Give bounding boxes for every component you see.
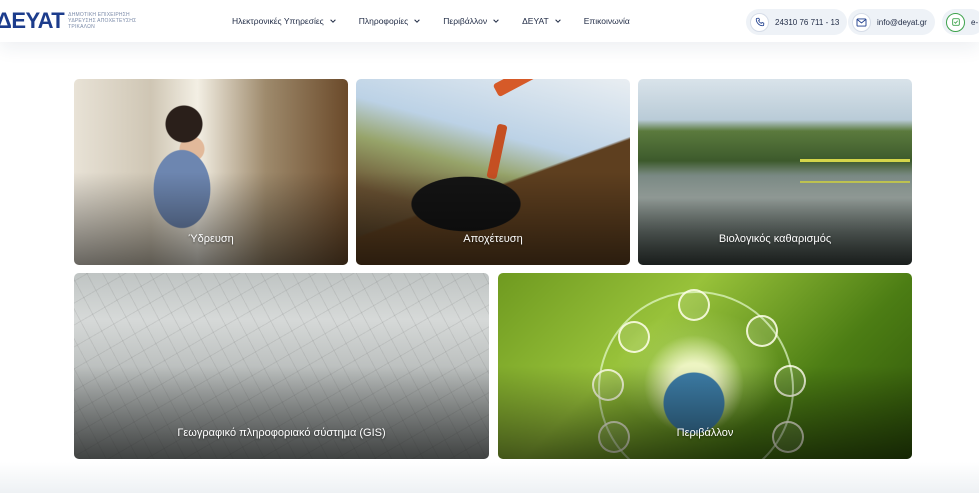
site-header: ΔΕΥΑΤ ΔΗΜΟΤΙΚΗ ΕΠΙΧΕΙΡΗΣΗ ΥΔΡΕΥΣΗΣ ΑΠΟΧΕ…: [0, 0, 979, 42]
card-biological-treatment[interactable]: Βιολογικός καθαρισμός: [638, 79, 912, 265]
nav-item-label: ΔΕΥΑΤ: [522, 16, 549, 26]
page-bottom-band: [0, 462, 979, 493]
logo-text: ΔΕΥΑΤ: [0, 8, 65, 33]
card-title: Βιολογικός καθαρισμός: [718, 233, 832, 245]
card-title: Ύδρευση: [188, 233, 234, 245]
nav-item-deyat[interactable]: ΔΕΥΑΤ: [522, 16, 562, 26]
chevron-down-icon: [414, 19, 421, 23]
card-environment[interactable]: Περιβάλλον: [498, 273, 912, 459]
factory-icon: [746, 315, 778, 347]
phone-icon: [750, 12, 769, 32]
nav-item-label: Ηλεκτρονικές Υπηρεσίες: [232, 16, 324, 26]
e-services-link[interactable]: e-: [942, 9, 979, 35]
solar-panel-icon: [678, 289, 710, 321]
email-address: info@deyat.gr: [877, 17, 927, 27]
logo[interactable]: ΔΕΥΑΤ ΔΗΜΟΤΙΚΗ ΕΠΙΧΕΙΡΗΣΗ ΥΔΡΕΥΣΗΣ ΑΠΟΧΕ…: [0, 8, 140, 34]
card-sewerage[interactable]: Αποχέτευση: [356, 79, 630, 265]
e-services-label: e-: [971, 17, 979, 27]
e-services-icon: [946, 12, 965, 32]
card-title: Γεωγραφικό πληροφοριακό σύστημα (GIS): [177, 427, 386, 439]
nav-item-label: Πληροφορίες: [358, 16, 409, 26]
logo-subtitle: ΔΗΜΟΤΙΚΗ ΕΠΙΧΕΙΡΗΣΗ ΥΔΡΕΥΣΗΣ ΑΠΟΧΕΤΕΥΣΗΣ…: [68, 12, 137, 30]
main-nav: Ηλεκτρονικές Υπηρεσίες Πληροφορίες Περιβ…: [232, 0, 630, 42]
phone-link[interactable]: 24310 76 711 - 13: [746, 9, 848, 35]
nav-item-label: Επικοινωνία: [583, 16, 630, 26]
card-title: Περιβάλλον: [676, 427, 734, 439]
chevron-down-icon: [493, 19, 499, 23]
nav-item-contact[interactable]: Επικοινωνία: [584, 16, 630, 26]
nav-item-environment[interactable]: Περιβάλλον: [443, 16, 500, 26]
phone-number: 24310 76 711 - 13: [775, 17, 840, 27]
nav-item-e-services[interactable]: Ηλεκτρονικές Υπηρεσίες: [232, 16, 337, 26]
mail-icon: [852, 12, 871, 32]
wind-turbine-icon: [618, 321, 650, 353]
chevron-down-icon: [329, 19, 336, 23]
chevron-down-icon: [554, 19, 561, 23]
email-link[interactable]: info@deyat.gr: [848, 9, 935, 35]
nav-item-information[interactable]: Πληροφορίες: [359, 16, 422, 26]
nav-item-label: Περιβάλλον: [443, 16, 488, 26]
card-water-supply[interactable]: Ύδρευση: [74, 79, 348, 265]
excavator-arm: [492, 79, 630, 98]
card-title: Αποχέτευση: [463, 233, 523, 245]
card-gis[interactable]: Γεωγραφικό πληροφοριακό σύστημα (GIS): [74, 273, 489, 459]
